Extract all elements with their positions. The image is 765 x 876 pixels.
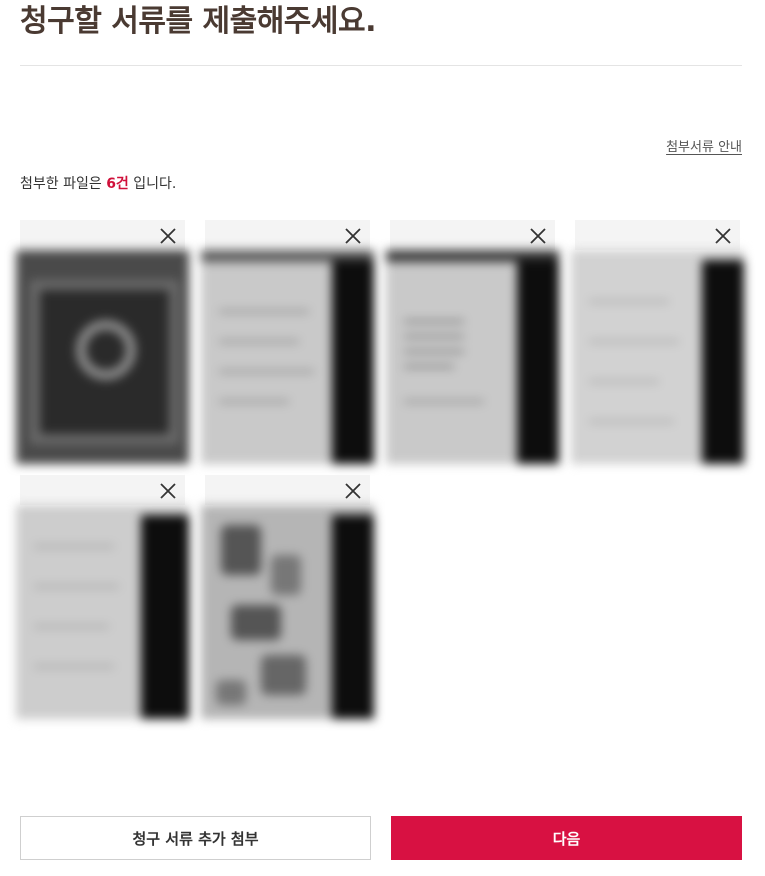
close-icon [530, 228, 546, 244]
remove-attachment-button[interactable] [342, 225, 364, 247]
attachment-header [205, 475, 370, 505]
close-icon [160, 228, 176, 244]
attachment-header [205, 220, 370, 250]
remove-attachment-button[interactable] [157, 225, 179, 247]
remove-attachment-button[interactable] [342, 480, 364, 502]
file-count-number: 6건 [106, 176, 129, 192]
attachment-thumbnail[interactable] [201, 505, 374, 719]
attachment-header [390, 220, 555, 250]
remove-attachment-button[interactable] [712, 225, 734, 247]
close-icon [160, 483, 176, 499]
remove-attachment-button[interactable] [527, 225, 549, 247]
page-title: 청구할 서류를 제출해주세요. [20, 4, 377, 39]
attachment-thumbnail[interactable] [16, 250, 189, 464]
file-count-prefix: 첨부한 파일은 [20, 176, 107, 192]
attachment-item [201, 475, 374, 719]
file-count-text: 첨부한 파일은 6건 입니다. [20, 174, 176, 194]
attachment-header [575, 220, 740, 250]
close-icon [345, 228, 361, 244]
next-button[interactable]: 다음 [391, 816, 742, 860]
attachment-header [20, 475, 185, 505]
attachment-header [20, 220, 185, 250]
file-count-suffix: 입니다. [128, 176, 177, 192]
attachment-item [571, 220, 744, 464]
remove-attachment-button[interactable] [157, 480, 179, 502]
attachment-thumbnail[interactable] [571, 250, 744, 464]
attachment-guide-link[interactable]: 첨부서류 안내 [666, 139, 742, 157]
attachment-thumbnail[interactable] [386, 250, 559, 464]
title-divider [20, 65, 742, 66]
close-icon [345, 483, 361, 499]
attachment-item [201, 220, 374, 464]
add-claim-documents-button[interactable]: 청구 서류 추가 첨부 [20, 816, 371, 860]
attachment-item [386, 220, 559, 464]
attachment-thumbnail[interactable] [201, 250, 374, 464]
attachment-item [16, 475, 189, 719]
close-icon [715, 228, 731, 244]
attachment-thumbnail[interactable] [16, 505, 189, 719]
attachment-item [16, 220, 189, 464]
